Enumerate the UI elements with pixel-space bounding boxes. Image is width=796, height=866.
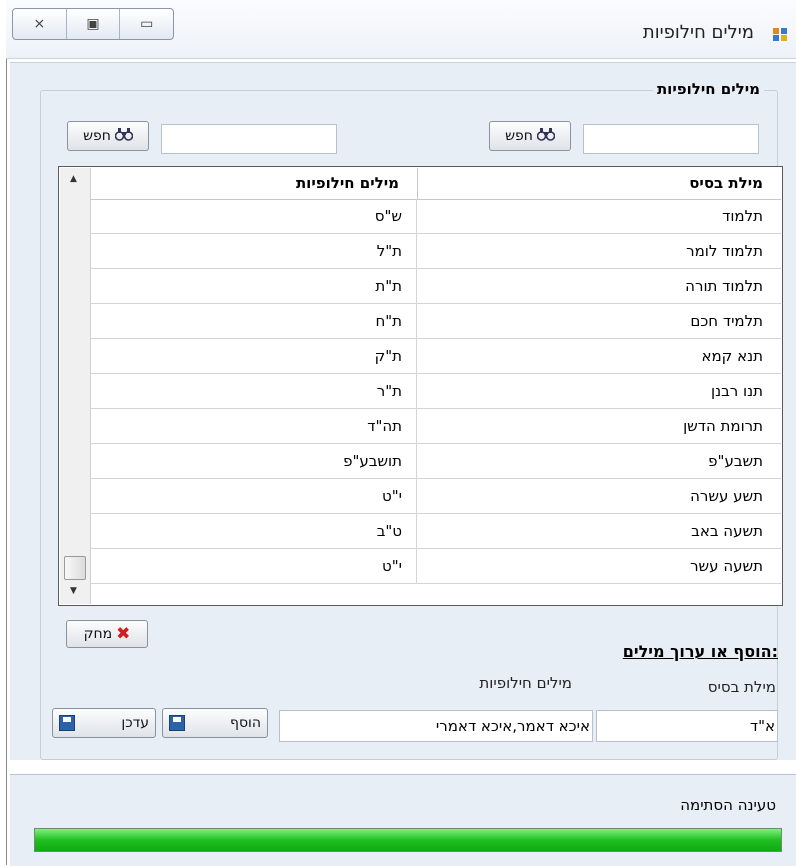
search-base-button[interactable]: חפש <box>489 121 571 151</box>
alt-words-input[interactable] <box>279 710 593 742</box>
alt-value: י"ט <box>382 557 402 575</box>
alt-words-label: מילים חילופיות <box>479 674 572 692</box>
table-row[interactable]: ת"ק תנא קמא <box>90 339 781 374</box>
vertical-scrollbar[interactable]: ▲ ▼ <box>60 168 91 604</box>
table-row[interactable]: ש"ס תלמוד <box>90 199 781 234</box>
search-alt-button[interactable]: חפש <box>67 121 149 151</box>
maximize-icon[interactable]: ▣ <box>67 9 121 39</box>
column-header-base[interactable]: מילת בסיס <box>418 168 781 200</box>
alt-value: ת"ח <box>375 312 402 330</box>
base-value: תלמוד <box>722 207 763 225</box>
table-row[interactable]: ת"ל תלמוד לומר <box>90 234 781 269</box>
base-value: תשעה עשר <box>690 557 763 575</box>
base-value: תלמוד תורה <box>685 277 763 295</box>
scrollbar-thumb[interactable] <box>64 556 86 580</box>
base-value: תלמיד חכם <box>690 312 763 330</box>
base-value: תנו רבנן <box>711 382 763 400</box>
add-button[interactable]: הוסף <box>162 708 268 738</box>
base-value: תשעה באב <box>691 522 763 540</box>
alt-value: י"ט <box>382 487 402 505</box>
status-panel <box>10 774 796 866</box>
table-row[interactable]: תה"ד תרומת הדשן <box>90 409 781 444</box>
alt-value: תושבע"פ <box>343 452 402 470</box>
status-label: טעינה הסתימה <box>680 796 776 814</box>
update-button[interactable]: עדכן <box>52 708 156 738</box>
update-button-label: עדכן <box>121 715 149 731</box>
base-value: תשבע"פ <box>708 452 763 470</box>
empty-new-row[interactable] <box>90 584 781 604</box>
alt-value: ת"ק <box>374 347 402 365</box>
alt-value: ת"ת <box>375 277 402 295</box>
base-word-input[interactable] <box>596 710 778 742</box>
add-button-label: הוסף <box>229 715 261 731</box>
scroll-up-icon[interactable]: ▲ <box>70 174 77 184</box>
alt-cell: תה"ד <box>90 409 417 443</box>
window-title: מילים חילופיות <box>642 22 754 43</box>
base-value: תשע עשרה <box>690 487 763 505</box>
delete-button[interactable]: מחק ✖ <box>66 620 148 648</box>
column-header-alt[interactable]: מילים חילופיות <box>90 168 418 200</box>
alt-cell: ת"ר <box>90 374 417 408</box>
search-base-button-label: חפש <box>505 128 533 144</box>
delete-button-label: מחק <box>83 626 113 642</box>
alt-value: ש"ס <box>374 207 402 225</box>
alt-cell: תושבע"פ <box>90 444 417 478</box>
table-row[interactable]: ת"ח תלמיד חכם <box>90 304 781 339</box>
alt-cell: ט"ב <box>90 514 417 548</box>
scroll-down-icon[interactable]: ▼ <box>70 586 77 596</box>
window-controls: ⨯ ▣ ▭ <box>12 8 174 40</box>
save-icon <box>59 715 75 731</box>
table-row[interactable]: ט"ב תשעה באב <box>90 514 781 549</box>
table-row[interactable]: ת"ר תנו רבנן <box>90 374 781 409</box>
search-alt-input[interactable] <box>161 124 337 154</box>
alt-cell: ת"ל <box>90 234 417 268</box>
alt-cell: ש"ס <box>90 199 417 233</box>
alt-value: ט"ב <box>376 522 402 540</box>
base-value: תלמוד לומר <box>686 242 763 260</box>
alt-cell: ת"ח <box>90 304 417 338</box>
table-row[interactable]: תושבע"פ תשבע"פ <box>90 444 781 479</box>
column-header-base-label: מילת בסיס <box>689 174 763 192</box>
alt-cell: י"ט <box>90 549 417 583</box>
alt-value: תה"ד <box>367 417 402 435</box>
search-alt-button-label: חפש <box>83 128 111 144</box>
column-header-alt-label: מילים חילופיות <box>295 174 399 192</box>
add-edit-title: הוסף או ערוך מילים: <box>622 642 778 661</box>
save-icon <box>169 715 185 731</box>
table-row[interactable]: י"ט תשעה עשר <box>90 549 781 584</box>
binoculars-icon <box>114 127 134 145</box>
progress-fill <box>35 829 781 851</box>
base-value: תרומת הדשן <box>683 417 763 435</box>
alt-cell: ת"ק <box>90 339 417 373</box>
alt-cell: ת"ת <box>90 269 417 303</box>
group-title: מילים חילופיות <box>652 80 764 98</box>
close-icon[interactable]: ⨯ <box>13 9 67 39</box>
search-base-input[interactable] <box>583 124 759 154</box>
alt-value: ת"ל <box>376 242 402 260</box>
table-row[interactable]: י"ט תשע עשרה <box>90 479 781 514</box>
base-value: תנא קמא <box>701 347 763 365</box>
app-icon <box>772 26 788 42</box>
alt-cell: י"ט <box>90 479 417 513</box>
table-row[interactable]: ת"ת תלמוד תורה <box>90 269 781 304</box>
binoculars-icon <box>536 127 556 145</box>
base-word-label: מילת בסיס <box>707 678 776 696</box>
minimize-icon[interactable]: ▭ <box>120 9 173 39</box>
alt-value: ת"ר <box>376 382 402 400</box>
red-x-icon: ✖ <box>116 624 131 644</box>
